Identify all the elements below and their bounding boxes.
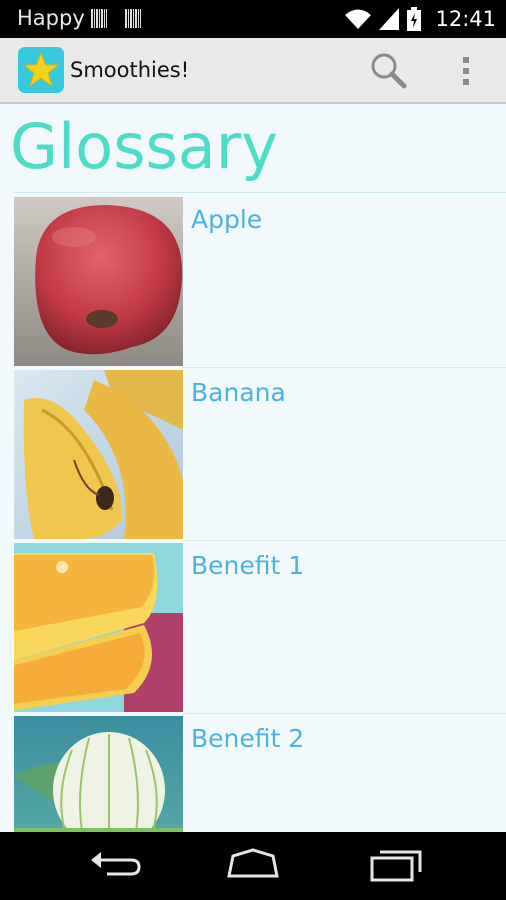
wifi-icon	[345, 9, 372, 29]
divider	[183, 367, 506, 368]
home-icon	[227, 848, 279, 878]
star-icon[interactable]	[18, 47, 64, 93]
list-item-label: Banana	[191, 378, 286, 407]
back-icon	[91, 852, 141, 876]
list-item[interactable]: Benefit 2	[0, 716, 506, 832]
action-bar: Smoothies!	[0, 38, 506, 104]
apple-image	[14, 197, 183, 366]
list-item-label: Apple	[191, 205, 263, 234]
app-title: Smoothies!	[70, 58, 190, 82]
grapefruit-image	[14, 543, 183, 712]
list-item[interactable]: Benefit 1	[0, 543, 506, 716]
barcode-notification-icon	[91, 9, 107, 28]
recents-button[interactable]	[366, 846, 426, 886]
list-item-label: Benefit 2	[191, 724, 305, 753]
overflow-menu-button[interactable]	[452, 50, 480, 92]
overflow-menu-icon	[463, 57, 469, 85]
list-item[interactable]: Apple	[0, 197, 506, 370]
divider	[14, 192, 506, 193]
barcode-notification-icon	[125, 9, 141, 28]
status-bar: Happy 12:41	[0, 0, 506, 38]
navigation-bar	[0, 832, 506, 900]
home-button[interactable]	[223, 846, 283, 886]
search-icon	[371, 53, 407, 89]
list-item[interactable]: Banana	[0, 370, 506, 543]
list-item-label: Benefit 1	[191, 551, 305, 580]
glossary-list: Apple Banana Benefit 1 Benefit 2	[0, 197, 506, 832]
recents-icon	[370, 850, 422, 882]
fennel-image	[14, 716, 183, 832]
search-button[interactable]	[368, 50, 410, 92]
signal-icon	[379, 8, 400, 30]
clock: 12:41	[435, 7, 496, 31]
back-button[interactable]	[83, 846, 143, 886]
divider	[183, 713, 506, 714]
battery-icon	[407, 7, 422, 31]
content-area: Glossary Apple Banana Benefit 1 Benefit …	[0, 106, 506, 832]
banana-image	[14, 370, 183, 539]
page-title: Glossary	[10, 110, 278, 183]
divider	[183, 540, 506, 541]
carrier-name: Happy	[17, 6, 85, 30]
